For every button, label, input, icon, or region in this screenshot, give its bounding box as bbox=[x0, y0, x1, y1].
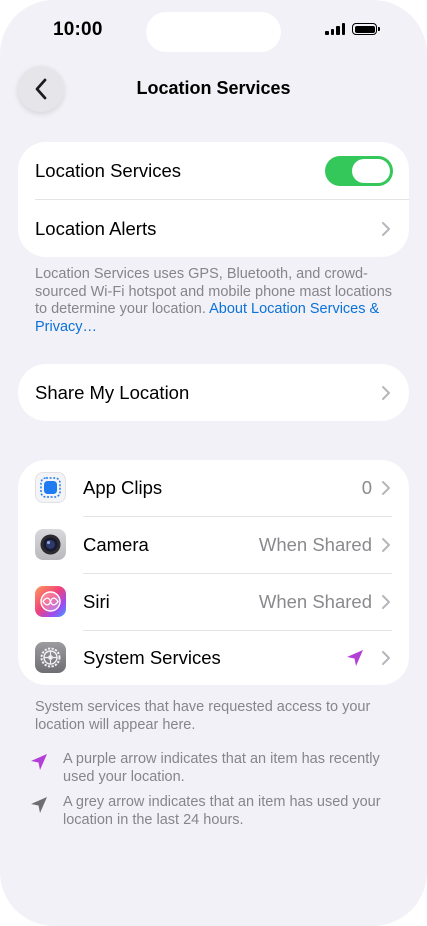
app-row-camera[interactable]: Camera When Shared bbox=[18, 517, 409, 573]
legend-text: A grey arrow indicates that an item has … bbox=[63, 794, 381, 828]
app-label: Camera bbox=[83, 534, 149, 555]
cellular-signal-icon bbox=[325, 23, 345, 35]
status-time: 10:00 bbox=[53, 19, 103, 40]
app-label: Siri bbox=[83, 591, 110, 612]
app-row-siri[interactable]: Siri When Shared bbox=[18, 574, 409, 630]
chevron-right-icon bbox=[382, 538, 390, 552]
location-services-label: Location Services bbox=[35, 159, 182, 181]
siri-icon bbox=[35, 586, 66, 617]
camera-icon bbox=[35, 529, 66, 560]
location-services-footnote: Location Services uses GPS, Bluetooth, a… bbox=[35, 266, 395, 336]
purple-location-arrow-icon bbox=[347, 650, 363, 666]
app-label: System Services bbox=[83, 647, 221, 668]
app-permission-value: 0 bbox=[361, 477, 372, 498]
grey-location-arrow-icon bbox=[31, 797, 47, 813]
share-my-location-row[interactable]: Share My Location bbox=[18, 364, 409, 421]
app-row-system-services[interactable]: System Services bbox=[18, 631, 409, 685]
app-label: App Clips bbox=[83, 477, 163, 498]
settings-gear-icon bbox=[35, 642, 66, 673]
apps-location-group: App Clips 0 Camera When Shared Siri When… bbox=[18, 460, 409, 685]
chevron-right-icon bbox=[382, 385, 390, 400]
toggle-knob bbox=[352, 159, 390, 183]
chevron-right-icon bbox=[382, 651, 390, 665]
phone-screen: 10:00 Location Services Location Service… bbox=[0, 0, 427, 926]
app-permission-value: When Shared bbox=[258, 534, 372, 555]
app-clips-icon bbox=[35, 472, 66, 503]
status-icons bbox=[325, 23, 380, 35]
page-title: Location Services bbox=[136, 78, 291, 98]
chevron-right-icon bbox=[382, 595, 390, 609]
legend-text: A purple arrow indicates that an item ha… bbox=[63, 751, 380, 785]
location-settings-group: Location Services Location Alerts bbox=[18, 142, 409, 257]
purple-location-arrow-icon bbox=[31, 754, 47, 770]
app-row-app-clips[interactable]: App Clips 0 bbox=[18, 460, 409, 516]
system-services-footnote: System services that have requested acce… bbox=[35, 699, 371, 733]
share-my-location-label: Share My Location bbox=[35, 381, 190, 403]
location-alerts-row[interactable]: Location Alerts bbox=[18, 200, 409, 257]
chevron-right-icon bbox=[382, 221, 390, 236]
share-location-group: Share My Location bbox=[18, 364, 409, 421]
location-services-row: Location Services bbox=[18, 142, 409, 199]
location-alerts-label: Location Alerts bbox=[35, 217, 157, 239]
dynamic-island bbox=[146, 12, 281, 52]
battery-icon bbox=[352, 23, 380, 35]
location-services-toggle[interactable] bbox=[325, 156, 393, 186]
legend-grey-arrow: A grey arrow indicates that an item has … bbox=[29, 794, 399, 830]
chevron-right-icon bbox=[382, 481, 390, 495]
app-permission-value: When Shared bbox=[258, 591, 372, 612]
legend-purple-arrow: A purple arrow indicates that an item ha… bbox=[29, 751, 399, 787]
